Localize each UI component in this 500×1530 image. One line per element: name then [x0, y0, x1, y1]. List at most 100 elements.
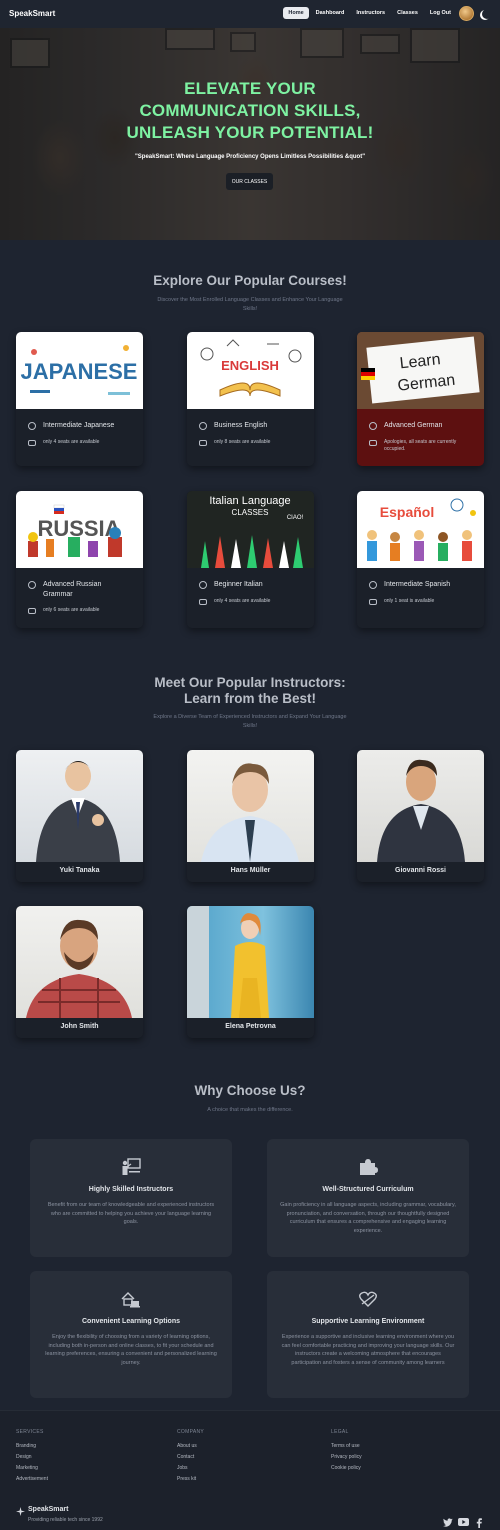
footer-link[interactable]: Advertisement	[16, 1474, 48, 1485]
svg-text:Italian Language: Italian Language	[209, 495, 290, 507]
footer-link[interactable]: Press kit	[177, 1474, 204, 1485]
instructors-subtitle: Explore a Diverse Team of Experienced In…	[153, 714, 347, 729]
heart-hands-icon	[359, 1291, 377, 1307]
seat-availability: Apologies, all seats are currently occup…	[384, 439, 457, 452]
course-name: Business English	[214, 422, 268, 429]
facebook-icon[interactable]	[476, 1518, 482, 1528]
nav-logout[interactable]: Log Out	[425, 7, 456, 19]
course-icon	[369, 581, 377, 589]
nav-classes[interactable]: Classes	[392, 7, 423, 19]
instructor-card[interactable]: Hans Müller	[187, 750, 314, 882]
our-classes-button[interactable]: OUR CLASSES	[226, 173, 273, 190]
instructor-photo	[16, 906, 143, 1018]
instructor-name: Elena Petrovna	[225, 1023, 276, 1030]
course-image: RUSSIA	[16, 491, 143, 568]
course-card[interactable]: ENGLISH Business English only 8 seats ar…	[187, 332, 314, 466]
instructor-photo	[357, 750, 484, 862]
course-image: JAPANESE	[16, 332, 143, 409]
why-subtitle: A choice that makes the difference.	[207, 1107, 293, 1113]
course-image: Learn German	[357, 332, 484, 409]
footer-link[interactable]: Branding	[16, 1441, 48, 1452]
seat-icon	[369, 599, 377, 605]
feature-card: Highly Skilled Instructors Benefit from …	[30, 1139, 232, 1257]
course-icon	[28, 581, 36, 589]
home-laptop-icon	[121, 1292, 140, 1308]
footer-link[interactable]: Contact	[177, 1452, 204, 1463]
seat-availability: only 4 seats are available	[43, 439, 100, 445]
footer-legal: LEGAL Terms of use Privacy policy Cookie…	[331, 1429, 362, 1474]
instructor-name: Hans Müller	[230, 867, 271, 874]
course-icon	[199, 422, 207, 430]
instructor-card[interactable]: Elena Petrovna	[187, 906, 314, 1038]
instructor-card[interactable]: Giovanni Rossi	[357, 750, 484, 882]
course-icon	[369, 422, 377, 430]
svg-text:JAPANESE: JAPANESE	[21, 359, 138, 384]
course-card[interactable]: Italian Language CLASSES CIAO! Beginner …	[187, 491, 314, 628]
courses-title: Explore Our Popular Courses!	[153, 273, 347, 288]
nav-dashboard[interactable]: Dashboard	[311, 7, 350, 19]
course-name: Advanced German	[384, 422, 443, 429]
seat-icon	[28, 608, 36, 614]
course-name: Beginner Italian	[214, 581, 263, 588]
course-name: Intermediate Japanese	[43, 422, 115, 429]
course-image: ENGLISH	[187, 332, 314, 409]
course-card[interactable]: Español Intermediate Spanish only 1 seat…	[357, 491, 484, 628]
footer-link[interactable]: Jobs	[177, 1463, 204, 1474]
teacher-icon	[122, 1158, 141, 1175]
svg-text:CLASSES: CLASSES	[232, 508, 269, 517]
navbar: SpeakSmart Home Dashboard Instructors Cl…	[0, 0, 500, 28]
brand-logo[interactable]: SpeakSmart	[9, 9, 55, 18]
course-card-full[interactable]: Learn German Advanced German Apologies, …	[357, 332, 484, 466]
hero-subtitle: "SpeakSmart: Where Language Proficiency …	[134, 154, 366, 160]
svg-text:Español: Español	[380, 504, 434, 520]
seat-icon	[199, 440, 207, 446]
instructor-card[interactable]: Yuki Tanaka	[16, 750, 143, 882]
seat-availability: only 6 seats are available	[43, 607, 100, 613]
footer-link[interactable]: Terms of use	[331, 1441, 362, 1452]
instructor-name: John Smith	[60, 1023, 99, 1030]
twitter-icon[interactable]	[443, 1518, 453, 1527]
instructor-name: Giovanni Rossi	[395, 867, 446, 874]
footer-link[interactable]: Marketing	[16, 1463, 48, 1474]
youtube-icon[interactable]	[458, 1518, 469, 1526]
footer-company: COMPANY About us Contact Jobs Press kit	[177, 1429, 204, 1485]
course-card[interactable]: JAPANESE Intermediate Japanese only 4 se…	[16, 332, 143, 466]
footer: SERVICES Branding Design Marketing Adver…	[0, 1410, 500, 1530]
nav-links: Home Dashboard Instructors Classes Log O…	[281, 7, 456, 19]
seat-availability: only 1 seat is available	[384, 598, 435, 604]
seat-availability: only 8 seats are available	[214, 439, 271, 445]
nav-home[interactable]: Home	[283, 7, 309, 19]
feature-card: Well-Structured Curriculum Gain proficie…	[267, 1139, 469, 1257]
seat-availability: only 4 seats are available	[214, 598, 271, 604]
course-icon	[199, 581, 207, 589]
footer-link[interactable]: Cookie policy	[331, 1463, 362, 1474]
course-card[interactable]: RUSSIA Advanced Russian Grammar only 6 s…	[16, 491, 143, 628]
seat-icon	[199, 599, 207, 605]
footer-brand: SpeakSmart	[28, 1506, 69, 1513]
instructor-name: Yuki Tanaka	[59, 867, 100, 874]
hero-title: ELEVATE YOUR COMMUNICATION SKILLS, UNLEA…	[126, 79, 374, 142]
course-image: Italian Language CLASSES CIAO!	[187, 491, 314, 568]
instructor-photo	[187, 906, 314, 1018]
svg-text:CIAO!: CIAO!	[287, 515, 304, 521]
why-title: Why Choose Us?	[194, 1083, 306, 1098]
seat-icon	[28, 440, 36, 446]
nav-instructors[interactable]: Instructors	[351, 7, 390, 19]
footer-services: SERVICES Branding Design Marketing Adver…	[16, 1429, 48, 1485]
feature-card: Supportive Learning Environment Experien…	[267, 1271, 469, 1398]
hero-banner: ELEVATE YOUR COMMUNICATION SKILLS, UNLEA…	[0, 28, 500, 240]
course-image: Español	[357, 491, 484, 568]
footer-link[interactable]: About us	[177, 1441, 204, 1452]
course-name: Intermediate Spanish	[384, 581, 451, 588]
footer-link[interactable]: Design	[16, 1452, 48, 1463]
footer-link[interactable]: Privacy policy	[331, 1452, 362, 1463]
feature-card: Convenient Learning Options Enjoy the fl…	[30, 1271, 232, 1398]
instructor-card[interactable]: John Smith	[16, 906, 143, 1038]
instructor-photo	[16, 750, 143, 862]
svg-text:ENGLISH: ENGLISH	[221, 358, 279, 373]
dark-mode-toggle-icon[interactable]	[482, 9, 492, 19]
seat-icon	[369, 440, 377, 446]
courses-subtitle: Discover the Most Enrolled Language Clas…	[157, 297, 343, 312]
avatar[interactable]	[459, 6, 474, 21]
course-icon	[28, 422, 36, 430]
